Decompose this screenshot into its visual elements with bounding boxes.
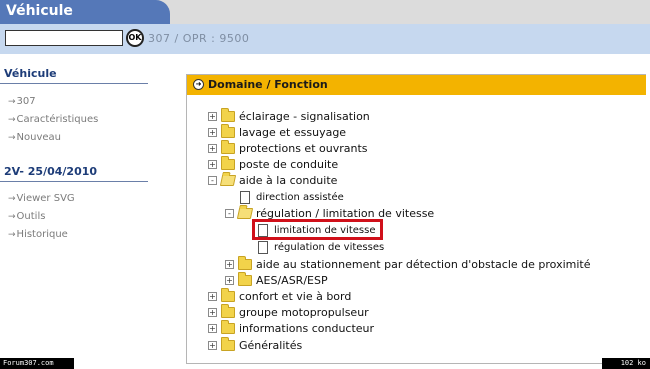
sidebar-link-viewer-svg[interactable]: →Viewer SVG [8, 193, 75, 204]
open-folder-icon [236, 207, 254, 219]
tree-item-label[interactable]: aide au stationnement par détection d'ob… [256, 258, 591, 271]
arrow-icon: → [8, 115, 16, 125]
tree-item-label[interactable]: Généralités [239, 339, 302, 352]
folder-icon [221, 287, 235, 302]
sidebar-link-307[interactable]: →307 [8, 96, 36, 107]
expand-icon[interactable]: + [208, 159, 217, 169]
arrow-icon: → [8, 97, 16, 107]
folder-icon [238, 271, 252, 286]
tree-item-eclairage[interactable]: + éclairage - signalisation [208, 107, 370, 124]
folder-icon [221, 303, 235, 318]
header-tab: Véhicule [0, 0, 170, 24]
arrow-icon: → [8, 133, 16, 143]
tree-item-groupe-motopropulseur[interactable]: + groupe motopropulseur [208, 303, 369, 320]
expand-icon[interactable]: + [208, 291, 217, 301]
collapse-icon[interactable]: - [225, 208, 234, 218]
folder-icon [221, 139, 235, 154]
collapse-icon[interactable]: - [208, 175, 217, 185]
expand-icon[interactable]: + [208, 127, 217, 137]
document-icon [258, 240, 268, 254]
tree-item-informations-conducteur[interactable]: + informations conducteur [208, 319, 374, 336]
tree-item-aide-stationnement[interactable]: + aide au stationnement par détection d'… [225, 255, 591, 272]
tree-item-label[interactable]: aide à la conduite [239, 174, 337, 187]
tree-item-label[interactable]: lavage et essuyage [239, 126, 346, 139]
expand-icon[interactable]: + [225, 275, 234, 285]
sidebar-link-outils[interactable]: →Outils [8, 211, 45, 222]
expand-icon[interactable]: + [208, 323, 217, 333]
file-size-label: 102 ko [602, 358, 650, 369]
expand-icon[interactable]: + [208, 307, 217, 317]
sidebar-link-nouveau[interactable]: →Nouveau [8, 132, 61, 143]
tree-item-direction-assistee[interactable]: direction assistée [240, 189, 344, 205]
sidebar-link-historique[interactable]: →Historique [8, 229, 68, 240]
tree-item-label[interactable]: régulation de vitesses [274, 242, 384, 253]
panel-header: ➜ Domaine / Fonction [187, 75, 646, 95]
tree-item-label[interactable]: confort et vie à bord [239, 290, 351, 303]
sidebar-divider [0, 181, 148, 182]
arrow-icon: → [8, 230, 16, 240]
folder-icon [221, 319, 235, 334]
sidebar-divider [0, 83, 148, 84]
tree-item-label[interactable]: AES/ASR/ESP [256, 274, 328, 287]
panel-title: Domaine / Fonction [208, 78, 328, 91]
app-title: Véhicule [6, 3, 73, 19]
folder-icon [221, 155, 235, 170]
expand-icon[interactable]: + [208, 340, 217, 350]
tree-item-label[interactable]: informations conducteur [239, 322, 374, 335]
arrow-circle-icon: ➜ [193, 79, 204, 90]
watermark-label: Forum307.com [0, 358, 74, 369]
tree-item-aide-conduite[interactable]: - aide à la conduite [208, 172, 337, 188]
open-folder-icon [219, 174, 237, 186]
expand-icon[interactable]: + [208, 111, 217, 121]
tree-item-poste-conduite[interactable]: + poste de conduite [208, 155, 338, 172]
tree-item-aes-asr-esp[interactable]: + AES/ASR/ESP [225, 271, 328, 288]
folder-icon [221, 123, 235, 138]
sidebar-heading-version: 2V- 25/04/2010 [4, 165, 98, 178]
tree-item-confort[interactable]: + confort et vie à bord [208, 287, 351, 304]
folder-icon [221, 336, 235, 351]
tree-item-label[interactable]: éclairage - signalisation [239, 110, 370, 123]
search-input[interactable] [5, 30, 123, 46]
folder-icon [238, 255, 252, 270]
document-icon [240, 190, 250, 204]
tree-item-generalites[interactable]: + Généralités [208, 336, 302, 353]
expand-icon[interactable]: + [225, 259, 234, 269]
tree-item-label[interactable]: direction assistée [256, 192, 344, 203]
sidebar-heading-vehicle: Véhicule [4, 67, 57, 80]
tree-item-label[interactable]: protections et ouvrants [239, 142, 368, 155]
breadcrumb: 307 / OPR : 9500 [148, 32, 250, 45]
ok-button[interactable]: OK [126, 29, 144, 47]
selection-highlight [252, 219, 383, 240]
sidebar-link-caracteristiques[interactable]: →Caractéristiques [8, 114, 98, 125]
tree-item-lavage[interactable]: + lavage et essuyage [208, 123, 346, 140]
expand-icon[interactable]: + [208, 143, 217, 153]
folder-icon [221, 107, 235, 122]
arrow-icon: → [8, 194, 16, 204]
arrow-icon: → [8, 212, 16, 222]
tree-item-protections[interactable]: + protections et ouvrants [208, 139, 368, 156]
tree-item-label[interactable]: régulation / limitation de vitesse [256, 207, 434, 220]
tree-item-label[interactable]: groupe motopropulseur [239, 306, 369, 319]
tree-item-regulation-vitesses[interactable]: régulation de vitesses [258, 239, 384, 255]
tree-item-label[interactable]: poste de conduite [239, 158, 338, 171]
